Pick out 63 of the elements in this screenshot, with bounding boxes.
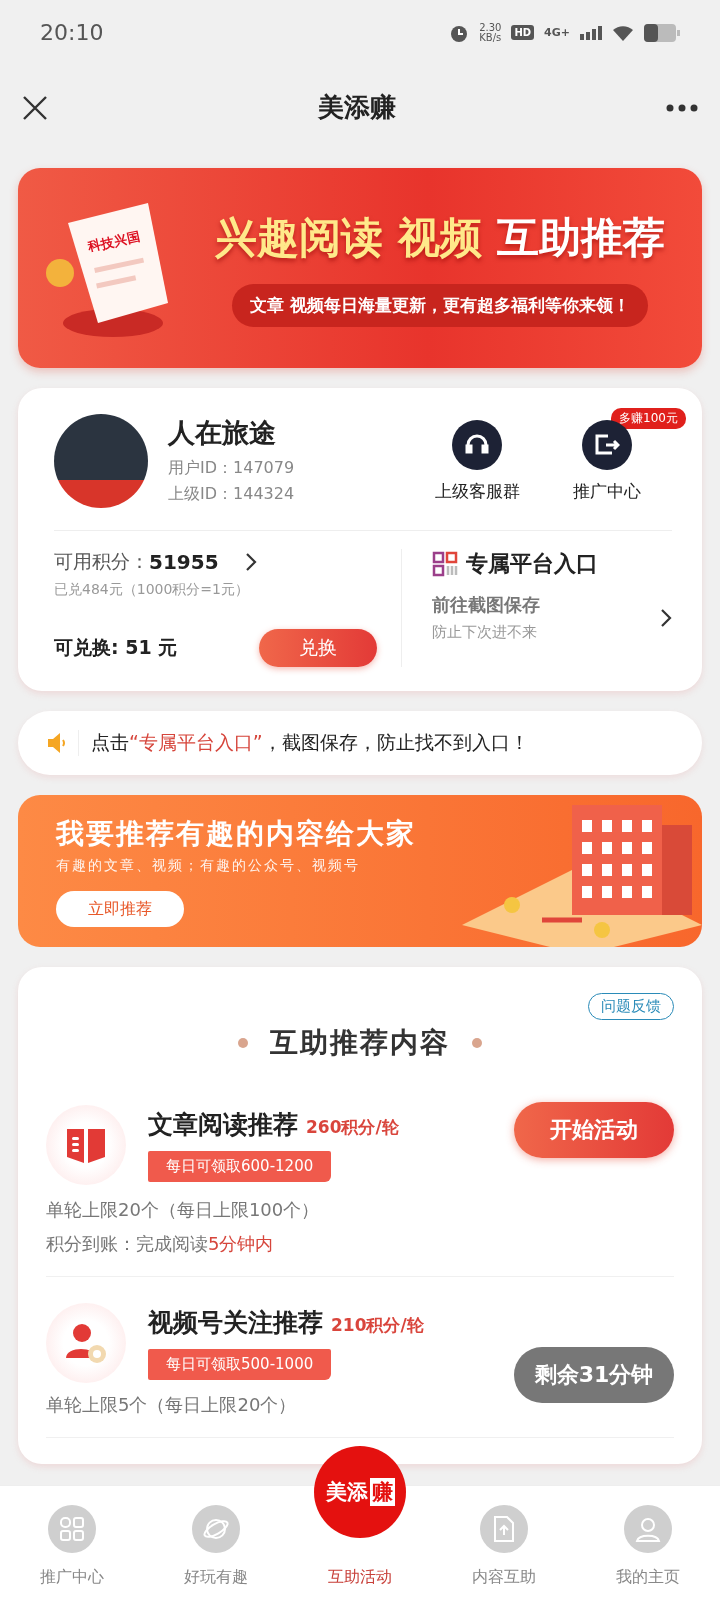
recommend-subtitle: 有趣的文章、视频；有趣的公众号、视频号	[56, 857, 361, 875]
entry-title: 专属平台入口	[466, 550, 598, 578]
speaker-icon	[46, 732, 66, 754]
planet-icon	[192, 1505, 240, 1553]
task-limit: 单轮上限5个（每日上限20个）	[46, 1393, 298, 1417]
tab-label[interactable]: 互助活动	[328, 1567, 392, 1588]
wifi-icon	[612, 24, 634, 41]
banner-headline: 兴趣阅读 视频 互助推荐	[215, 211, 665, 264]
tab-label[interactable]: 好玩有趣	[184, 1567, 248, 1588]
signal-icon	[580, 25, 602, 40]
parent-id: 上级ID：144324	[168, 483, 296, 505]
dot-icon	[472, 1038, 482, 1048]
task-title: 视频号关注推荐	[148, 1308, 323, 1337]
daily-reward-tag: 每日可领取600-1200	[148, 1151, 332, 1182]
tab-label[interactable]: 内容互助	[472, 1567, 536, 1588]
dot-icon	[238, 1038, 248, 1048]
task-limit: 单轮上限20个（每日上限100个）	[46, 1198, 321, 1222]
daily-reward-tag: 每日可领取500-1000	[148, 1349, 332, 1380]
start-button[interactable]: 开始活动	[514, 1102, 674, 1158]
chevron-right-icon	[244, 552, 257, 572]
page-title: 美添赚	[318, 91, 396, 124]
promo-banner[interactable]: 科技兴国 兴趣阅读 视频 互助推荐 文章 视频每日海量更新，更有超多福利等你来领！	[18, 168, 702, 368]
paper-label: 科技兴国	[86, 227, 142, 257]
entry-hint: 防止下次进不来	[432, 623, 538, 642]
task-points: 260积分/轮	[306, 1117, 399, 1137]
points-value: 51955	[149, 550, 219, 574]
entry-action[interactable]: 前往截图保存	[432, 593, 660, 617]
task-points: 210积分/轮	[331, 1315, 424, 1335]
file-upload-icon	[480, 1505, 528, 1553]
person-icon	[624, 1505, 672, 1553]
profile-action[interactable]: 上级客服群	[412, 419, 542, 503]
user-name: 人在旅途	[168, 416, 277, 450]
task-arrival: 积分到账：完成阅读5分钟内	[46, 1232, 275, 1256]
recommend-button[interactable]: 立即推荐	[56, 891, 184, 927]
network-speed: 2.30	[479, 22, 502, 33]
notice-text: 点击“专属平台入口”，截图保存，防止找不到入口！	[78, 730, 529, 756]
app-logo[interactable]: 美添 赚	[314, 1446, 406, 1538]
section-title: 互助推荐内容	[270, 1025, 450, 1061]
qr-code-icon	[432, 551, 458, 577]
exchange-button[interactable]: 兑换	[259, 629, 377, 667]
tab-label[interactable]: 我的主页	[616, 1567, 680, 1588]
more-icon[interactable]	[666, 103, 698, 112]
redeemed-text: 已兑484元（1000积分=1元）	[54, 581, 250, 599]
recommend-title: 我要推荐有趣的内容给大家	[56, 816, 417, 852]
headset-icon	[452, 419, 502, 470]
chevron-right-icon	[660, 607, 672, 628]
points-label: 可用积分：	[54, 549, 149, 574]
user-coin-icon	[64, 1322, 108, 1364]
banner-subline: 文章 视频每日海量更新，更有超多福利等你来领！	[232, 283, 648, 327]
speed-unit: KB/s	[479, 32, 502, 43]
grid-icon	[48, 1505, 96, 1553]
exchangeable-amount: 可兑换: 51 元	[54, 635, 179, 660]
close-icon[interactable]	[22, 94, 48, 121]
clock-time: 20:10	[40, 20, 104, 45]
hd-indicator: HD	[511, 25, 535, 40]
feedback-button[interactable]: 问题反馈	[588, 993, 674, 1020]
tab-label[interactable]: 推广中心	[40, 1567, 104, 1588]
battery-icon	[644, 23, 680, 42]
bonus-badge: 多赚100元	[611, 407, 686, 429]
network-type: 4G+	[544, 26, 570, 39]
user-id: 用户ID：147079	[168, 457, 296, 479]
countdown-button[interactable]: 剩余31分钟	[514, 1347, 674, 1403]
task-title: 文章阅读推荐	[148, 1110, 298, 1139]
